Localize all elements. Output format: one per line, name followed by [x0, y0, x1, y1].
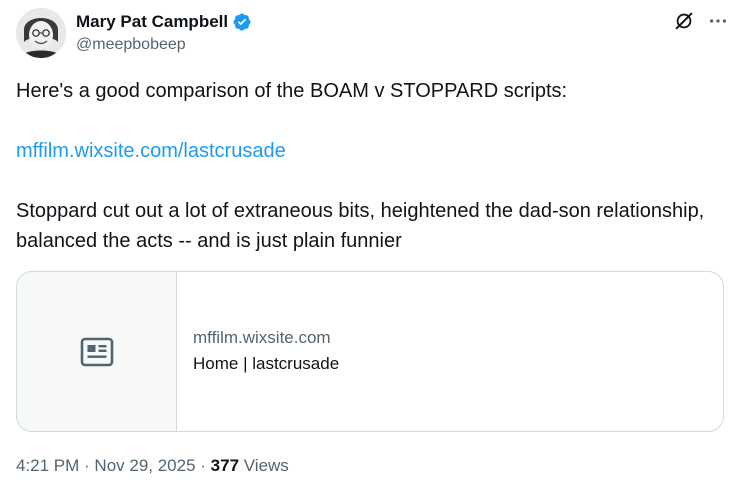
tweet-line-intro: Here's a good comparison of the BOAM v S…	[16, 80, 568, 102]
meta-separator: ·	[79, 456, 95, 475]
author-names: Mary Pat Campbell @meepbobeep	[76, 11, 252, 54]
tweet-meta: 4:21 PM · Nov 29, 2025 · 377 Views	[16, 454, 289, 478]
card-thumbnail	[17, 272, 177, 431]
card-domain: mffilm.wixsite.com	[193, 328, 331, 347]
tweet-header: Mary Pat Campbell @meepbobeep	[16, 8, 729, 60]
tweet-actions	[673, 10, 729, 32]
verified-badge-icon[interactable]	[232, 12, 252, 32]
link-card[interactable]: mffilm.wixsite.com Home | lastcrusade	[16, 271, 724, 432]
avatar-image	[16, 8, 66, 58]
tweet-line-comment: Stoppard cut out a lot of extraneous bit…	[16, 200, 705, 252]
card-title: Home | lastcrusade	[193, 354, 340, 373]
tweet-link[interactable]: mffilm.wixsite.com/lastcrusade	[16, 140, 286, 162]
avatar[interactable]	[16, 8, 66, 58]
meta-separator: ·	[195, 456, 211, 475]
author-handle[interactable]: @meepbobeep	[76, 36, 252, 54]
grok-icon[interactable]	[673, 10, 695, 32]
views-label: Views	[239, 456, 289, 475]
display-name-row: Mary Pat Campbell	[76, 11, 252, 33]
views-count: 377	[210, 456, 240, 475]
display-name[interactable]: Mary Pat Campbell	[76, 12, 228, 32]
article-icon	[80, 337, 113, 366]
tweet-text: Here's a good comparison of the BOAM v S…	[16, 76, 728, 256]
more-icon[interactable]	[707, 10, 729, 32]
tweet-date[interactable]: Nov 29, 2025	[94, 456, 195, 475]
tweet-time[interactable]: 4:21 PM	[16, 456, 79, 475]
card-body: mffilm.wixsite.com Home | lastcrusade	[177, 272, 339, 431]
